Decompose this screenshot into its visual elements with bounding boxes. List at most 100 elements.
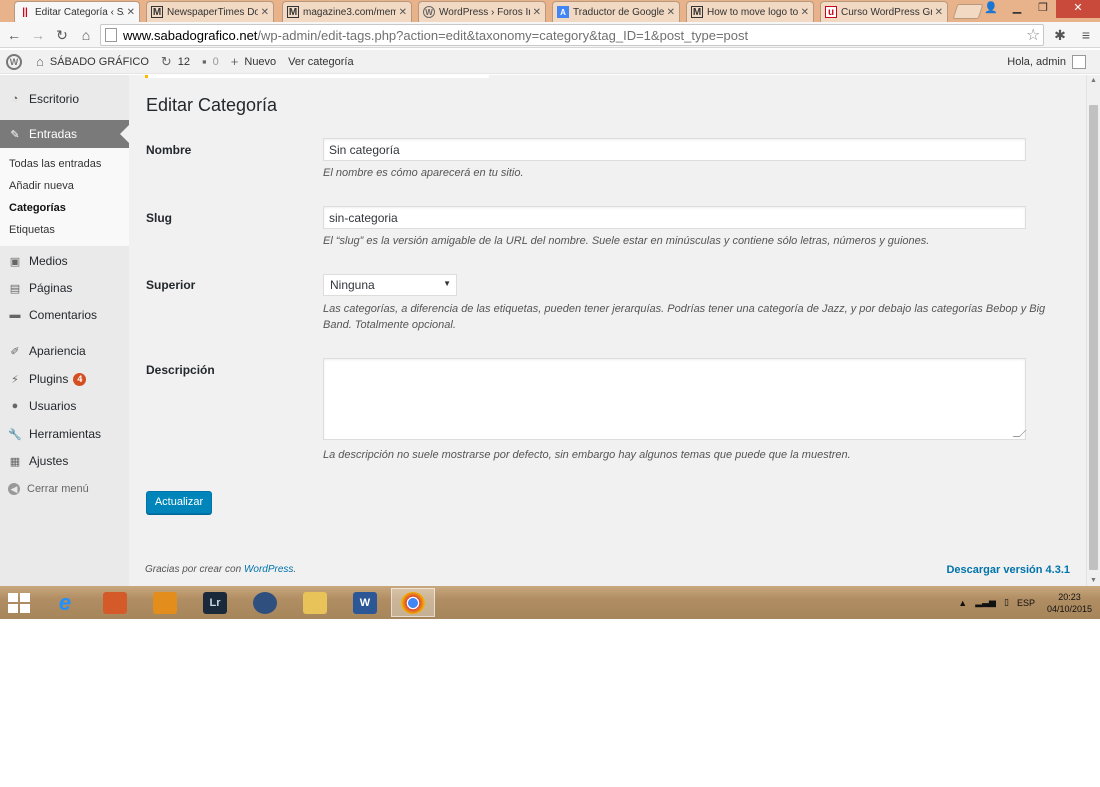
slug-label: Slug [146, 211, 172, 225]
language-indicator[interactable]: ESP [1017, 598, 1035, 608]
tab-close-icon[interactable]: ✕ [261, 7, 269, 18]
plugins-icon: ⚡ [11, 373, 19, 386]
parent-label: Superior [146, 278, 196, 292]
browser-tab-2[interactable]: M NewspaperTimes Doc ✕ [146, 1, 274, 22]
view-category-link[interactable]: Ver categoría [288, 56, 353, 68]
restore-icon[interactable]: ❐ [1030, 0, 1056, 18]
network-icon[interactable]: ▂▃▅ [975, 597, 996, 608]
windows-start-icon[interactable] [8, 593, 30, 613]
sidebar-item-ajustes[interactable]: ▦ Ajustes [0, 448, 129, 474]
parent-description: Las categorías, a diferencia de las etiq… [323, 303, 1046, 331]
browser-tab-4[interactable]: W WordPress › Foros In ✕ [418, 1, 546, 22]
updates-count: 12 [177, 55, 191, 68]
minimize-icon[interactable]: ▁ [1004, 0, 1030, 18]
scroll-down-icon[interactable]: ▼ [1090, 577, 1097, 584]
taskbar-app-2[interactable] [93, 588, 137, 617]
sidebar-item-plugins[interactable]: ⚡ Plugins 4 [0, 366, 129, 392]
tools-icon: 🔧 [8, 428, 22, 441]
page-scrollbar[interactable]: ▲ ▼ [1086, 75, 1100, 586]
name-label: Nombre [146, 143, 192, 157]
footer-thanks-text: Gracias por crear con [145, 564, 244, 575]
sidebar-item-paginas[interactable]: ▤ Páginas [0, 275, 129, 301]
taskbar-app-5[interactable] [243, 588, 287, 617]
sidebar-item-usuarios[interactable]: ● Usuarios [0, 393, 129, 419]
submenu-etiquetas[interactable]: Etiquetas [9, 224, 55, 236]
battery-icon[interactable]: ▯ [1004, 597, 1009, 608]
sidebar-item-escritorio[interactable]: ◔ Escritorio [0, 86, 129, 112]
taskbar-explorer[interactable] [293, 588, 337, 617]
tab-close-icon[interactable]: ✕ [533, 7, 541, 18]
extension-icon[interactable]: ✱ [1050, 25, 1070, 45]
close-window-icon[interactable]: ✕ [1056, 0, 1100, 18]
main-content: Editar Categoría Nombre El nombre es cóm… [129, 75, 1086, 586]
sidebar-item-label: Comentarios [29, 308, 98, 322]
taskbar-ie[interactable]: e [43, 588, 87, 617]
browser-tab-5[interactable]: A Traductor de Google ✕ [552, 1, 680, 22]
user-profile-icon[interactable]: 👤 [978, 0, 1004, 18]
tab-favicon-icon: u [825, 6, 837, 18]
sidebar-item-herramientas[interactable]: 🔧 Herramientas [0, 421, 129, 447]
update-button[interactable]: Actualizar [146, 491, 212, 514]
forward-icon[interactable]: → [28, 25, 48, 45]
slug-field[interactable] [323, 206, 1026, 229]
parent-select[interactable]: Ninguna ▼ [323, 274, 457, 296]
wordpress-link[interactable]: WordPress [244, 564, 293, 575]
taskbar-chrome[interactable] [391, 588, 435, 617]
url-host: www.sabadografico.net [123, 27, 258, 43]
show-hidden-icons-icon[interactable]: ▲ [958, 598, 967, 608]
sidebar-item-label: Herramientas [29, 427, 102, 441]
browser-tab-1[interactable]: || Editar Categoría ‹ SÁBAI ✕ [14, 1, 140, 22]
name-field[interactable] [323, 138, 1026, 161]
site-name-link[interactable]: ⌂ SÁBADO GRÁFICO [36, 54, 149, 69]
browser-tab-3[interactable]: M magazine3.com/mem ✕ [282, 1, 412, 22]
dashboard-icon: ◔ [11, 93, 19, 105]
wp-admin-bar: W ⌂ SÁBADO GRÁFICO ↻ 12 ▪ 0 + Nuevo Ver … [0, 50, 1100, 74]
internet-explorer-icon: e [58, 589, 72, 615]
tab-favicon-icon: M [287, 6, 299, 18]
download-version-link[interactable]: Descargar versión 4.3.1 [946, 564, 1070, 576]
collapse-menu-button[interactable]: ◀ Cerrar menú [8, 483, 89, 495]
windows-taskbar: e Lr W ▲ ▂▃▅ ▯ ESP 20:23 04/10/2015 [0, 586, 1100, 619]
menu-icon[interactable]: ≡ [1076, 25, 1096, 45]
new-content-link[interactable]: + Nuevo [231, 54, 276, 69]
clock[interactable]: 20:23 04/10/2015 [1047, 591, 1092, 615]
home-icon[interactable]: ⌂ [76, 25, 96, 45]
description-textarea[interactable] [323, 358, 1027, 440]
word-icon: W [353, 591, 377, 614]
sidebar-item-entradas[interactable]: ✎ Entradas [0, 120, 129, 148]
howdy-label: Hola, admin [1007, 55, 1066, 68]
wordpress-logo-icon[interactable]: W [6, 53, 22, 70]
scroll-up-icon[interactable]: ▲ [1090, 77, 1097, 84]
submenu-anadir-nueva[interactable]: Añadir nueva [9, 180, 74, 192]
comments-icon: ▬ [9, 309, 21, 321]
updates-link[interactable]: ↻ 12 [161, 54, 190, 70]
sidebar-item-label: Apariencia [29, 344, 86, 358]
sidebar-item-apariencia[interactable]: ✐ Apariencia [0, 338, 129, 364]
tab-close-icon[interactable]: ✕ [801, 7, 809, 18]
submenu-categorias[interactable]: Categorías [9, 202, 66, 214]
sidebar-item-comentarios[interactable]: ▬ Comentarios [0, 302, 129, 328]
updates-icon: ↻ [160, 53, 172, 69]
back-icon[interactable]: ← [4, 25, 24, 45]
browser-tab-6[interactable]: M How to move logo to ✕ [686, 1, 814, 22]
taskbar-app-3[interactable] [143, 588, 187, 617]
description-help: La descripción no suele mostrarse por de… [323, 449, 851, 461]
address-bar[interactable]: www.sabadografico.net /wp-admin/edit-tag… [100, 24, 1044, 46]
taskbar-word[interactable]: W [343, 588, 387, 617]
tab-close-icon[interactable]: ✕ [127, 7, 135, 18]
taskbar-lightroom[interactable]: Lr [193, 588, 237, 617]
scrollbar-thumb[interactable] [1089, 105, 1098, 570]
tab-close-icon[interactable]: ✕ [667, 7, 675, 18]
browser-tab-7[interactable]: u Curso WordPress Gra ✕ [820, 1, 948, 22]
tab-close-icon[interactable]: ✕ [399, 7, 407, 18]
comment-icon: ▪ [202, 54, 207, 69]
sidebar-item-medios[interactable]: ▣ Medios [0, 248, 129, 274]
tab-close-icon[interactable]: ✕ [935, 7, 943, 18]
resize-grip-icon[interactable] [1012, 430, 1027, 437]
bookmark-star-icon[interactable]: ☆ [1026, 25, 1040, 45]
account-menu[interactable]: Hola, admin [1007, 54, 1086, 69]
comments-link[interactable]: ▪ 0 [202, 54, 219, 69]
reload-icon[interactable]: ↻ [52, 25, 72, 45]
submenu-todas-las-entradas[interactable]: Todas las entradas [9, 158, 101, 170]
tab-favicon-icon: A [557, 6, 569, 18]
